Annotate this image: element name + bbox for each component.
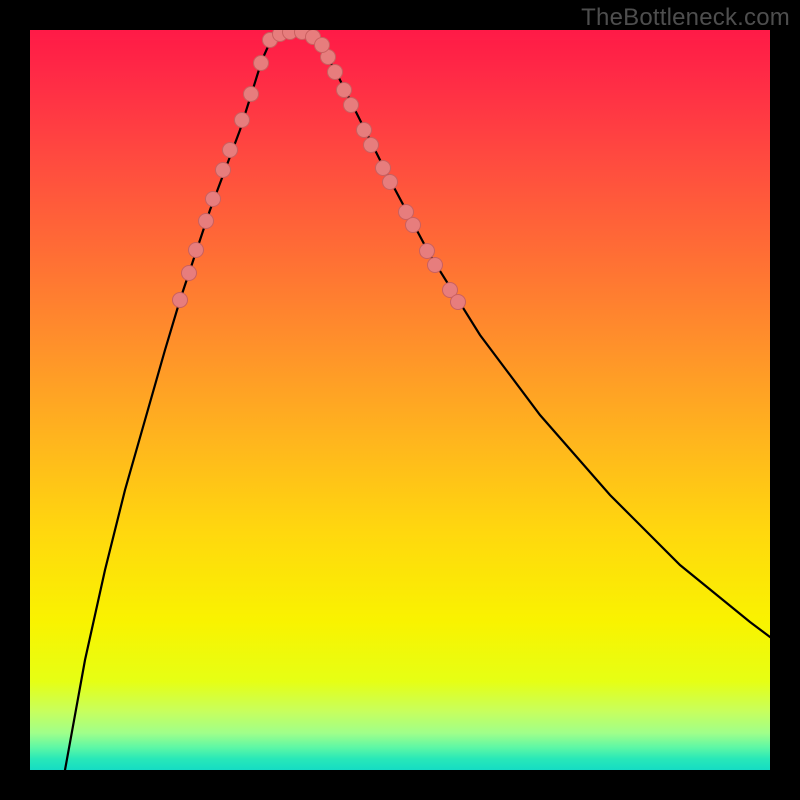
data-dot: [235, 113, 250, 128]
data-dot: [383, 175, 398, 190]
dots-right: [321, 50, 466, 310]
chart-frame: TheBottleneck.com: [0, 0, 800, 800]
data-dot: [199, 214, 214, 229]
data-dot: [254, 56, 269, 71]
data-dot: [223, 143, 238, 158]
data-dot: [337, 83, 352, 98]
curve-layer: [30, 30, 770, 770]
data-dot: [173, 293, 188, 308]
data-dot: [328, 65, 343, 80]
data-dot: [428, 258, 443, 273]
bottleneck-curve: [65, 32, 770, 770]
data-dot: [189, 243, 204, 258]
data-dot: [451, 295, 466, 310]
data-dot: [376, 161, 391, 176]
data-dot: [344, 98, 359, 113]
data-dot: [406, 218, 421, 233]
data-dot: [244, 87, 259, 102]
data-dot: [206, 192, 221, 207]
data-dot: [182, 266, 197, 281]
dots-bottom: [263, 30, 330, 53]
data-dot: [216, 163, 231, 178]
data-dot: [364, 138, 379, 153]
data-dot: [357, 123, 372, 138]
watermark-text: TheBottleneck.com: [581, 4, 790, 32]
data-dot: [315, 38, 330, 53]
data-dot: [420, 244, 435, 259]
plot-area: [30, 30, 770, 770]
